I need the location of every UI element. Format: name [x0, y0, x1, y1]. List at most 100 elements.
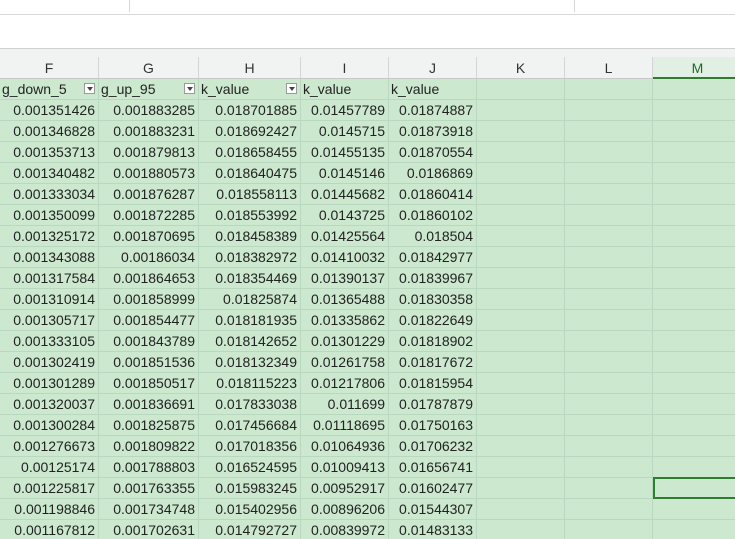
- data-cell[interactable]: 0.011699: [301, 394, 389, 415]
- data-cell[interactable]: 0.014792727: [199, 520, 301, 539]
- data-cell[interactable]: 0.01544307: [389, 499, 477, 520]
- data-cell[interactable]: 0.018658455: [199, 142, 301, 163]
- data-cell[interactable]: 0.001351426: [0, 100, 99, 121]
- data-cell[interactable]: 0.01301229: [301, 331, 389, 352]
- empty-cell[interactable]: [653, 394, 735, 415]
- empty-cell[interactable]: [477, 268, 565, 289]
- data-cell[interactable]: 0.001310914: [0, 289, 99, 310]
- empty-cell[interactable]: [477, 100, 565, 121]
- data-cell[interactable]: 0.001879813: [99, 142, 199, 163]
- empty-cell[interactable]: [653, 436, 735, 457]
- header-cell[interactable]: k_value: [301, 79, 389, 100]
- data-cell[interactable]: 0.01455135: [301, 142, 389, 163]
- data-cell[interactable]: 0.018354469: [199, 268, 301, 289]
- header-cell[interactable]: k_value: [389, 79, 477, 100]
- spreadsheet-grid[interactable]: FGHIJKLM g_down_5 g_up_95 k_value k_value k_…: [0, 49, 735, 539]
- data-cell[interactable]: 0.001883285: [99, 100, 199, 121]
- empty-cell[interactable]: [565, 289, 653, 310]
- data-cell[interactable]: 0.01750163: [389, 415, 477, 436]
- data-cell[interactable]: 0.001333034: [0, 184, 99, 205]
- empty-cell[interactable]: [477, 457, 565, 478]
- data-cell[interactable]: 0.01602477: [389, 478, 477, 499]
- data-cell[interactable]: 0.001843789: [99, 331, 199, 352]
- data-cell[interactable]: 0.018504: [389, 226, 477, 247]
- empty-cell[interactable]: [653, 310, 735, 331]
- empty-cell[interactable]: [477, 394, 565, 415]
- empty-cell[interactable]: [565, 163, 653, 184]
- empty-cell[interactable]: [565, 247, 653, 268]
- data-cell[interactable]: 0.001317584: [0, 268, 99, 289]
- empty-cell[interactable]: [653, 331, 735, 352]
- empty-cell[interactable]: [653, 184, 735, 205]
- empty-cell[interactable]: [477, 205, 565, 226]
- data-cell[interactable]: 0.01217806: [301, 373, 389, 394]
- empty-cell[interactable]: [653, 373, 735, 394]
- data-cell[interactable]: 0.01860414: [389, 184, 477, 205]
- empty-cell[interactable]: [565, 352, 653, 373]
- empty-cell[interactable]: [653, 79, 735, 100]
- empty-cell[interactable]: [477, 184, 565, 205]
- empty-cell[interactable]: [653, 289, 735, 310]
- data-cell[interactable]: 0.01873918: [389, 121, 477, 142]
- empty-cell[interactable]: [565, 415, 653, 436]
- empty-cell[interactable]: [565, 121, 653, 142]
- empty-cell[interactable]: [477, 520, 565, 539]
- data-cell[interactable]: 0.01874887: [389, 100, 477, 121]
- empty-cell[interactable]: [477, 247, 565, 268]
- empty-cell[interactable]: [565, 226, 653, 247]
- data-cell[interactable]: 0.001836691: [99, 394, 199, 415]
- header-cell[interactable]: g_down_5: [0, 79, 99, 100]
- data-cell[interactable]: 0.01839967: [389, 268, 477, 289]
- data-cell[interactable]: 0.01706232: [389, 436, 477, 457]
- data-cell[interactable]: 0.01656741: [389, 457, 477, 478]
- data-cell[interactable]: 0.001788803: [99, 457, 199, 478]
- data-cell[interactable]: 0.018692427: [199, 121, 301, 142]
- empty-cell[interactable]: [565, 394, 653, 415]
- data-cell[interactable]: 0.01009413: [301, 457, 389, 478]
- data-cell[interactable]: 0.015983245: [199, 478, 301, 499]
- empty-cell[interactable]: [565, 184, 653, 205]
- empty-cell[interactable]: [477, 352, 565, 373]
- data-cell[interactable]: 0.001702631: [99, 520, 199, 539]
- data-cell[interactable]: 0.001353713: [0, 142, 99, 163]
- column-header-i[interactable]: I: [301, 57, 389, 79]
- data-cell[interactable]: 0.001858999: [99, 289, 199, 310]
- data-cell[interactable]: 0.0145715: [301, 121, 389, 142]
- data-cell[interactable]: 0.01787879: [389, 394, 477, 415]
- column-header-m[interactable]: M: [653, 57, 735, 79]
- data-cell[interactable]: 0.01410032: [301, 247, 389, 268]
- data-cell[interactable]: 0.001305717: [0, 310, 99, 331]
- data-cell[interactable]: 0.01390137: [301, 268, 389, 289]
- empty-cell[interactable]: [477, 478, 565, 499]
- data-cell[interactable]: 0.001225817: [0, 478, 99, 499]
- data-cell[interactable]: 0.001300284: [0, 415, 99, 436]
- empty-cell[interactable]: [565, 373, 653, 394]
- empty-cell[interactable]: [653, 142, 735, 163]
- data-cell[interactable]: 0.01483133: [389, 520, 477, 539]
- data-cell[interactable]: 0.018553992: [199, 205, 301, 226]
- empty-cell[interactable]: [477, 121, 565, 142]
- column-header-h[interactable]: H: [199, 57, 301, 79]
- data-cell[interactable]: 0.001809822: [99, 436, 199, 457]
- empty-cell[interactable]: [653, 499, 735, 520]
- data-cell[interactable]: 0.018142652: [199, 331, 301, 352]
- empty-cell[interactable]: [477, 79, 565, 100]
- empty-cell[interactable]: [477, 289, 565, 310]
- data-cell[interactable]: 0.017833038: [199, 394, 301, 415]
- data-cell[interactable]: 0.001343088: [0, 247, 99, 268]
- empty-cell[interactable]: [565, 205, 653, 226]
- formula-bar-area[interactable]: [0, 15, 735, 49]
- data-cell[interactable]: 0.01064936: [301, 436, 389, 457]
- empty-cell[interactable]: [565, 142, 653, 163]
- empty-cell[interactable]: [477, 310, 565, 331]
- empty-cell[interactable]: [477, 226, 565, 247]
- empty-cell[interactable]: [653, 520, 735, 539]
- data-cell[interactable]: 0.001872285: [99, 205, 199, 226]
- empty-cell[interactable]: [477, 499, 565, 520]
- empty-cell[interactable]: [653, 352, 735, 373]
- empty-cell[interactable]: [565, 457, 653, 478]
- data-cell[interactable]: 0.001346828: [0, 121, 99, 142]
- data-cell[interactable]: 0.01335862: [301, 310, 389, 331]
- data-cell[interactable]: 0.018458389: [199, 226, 301, 247]
- data-cell[interactable]: 0.01261758: [301, 352, 389, 373]
